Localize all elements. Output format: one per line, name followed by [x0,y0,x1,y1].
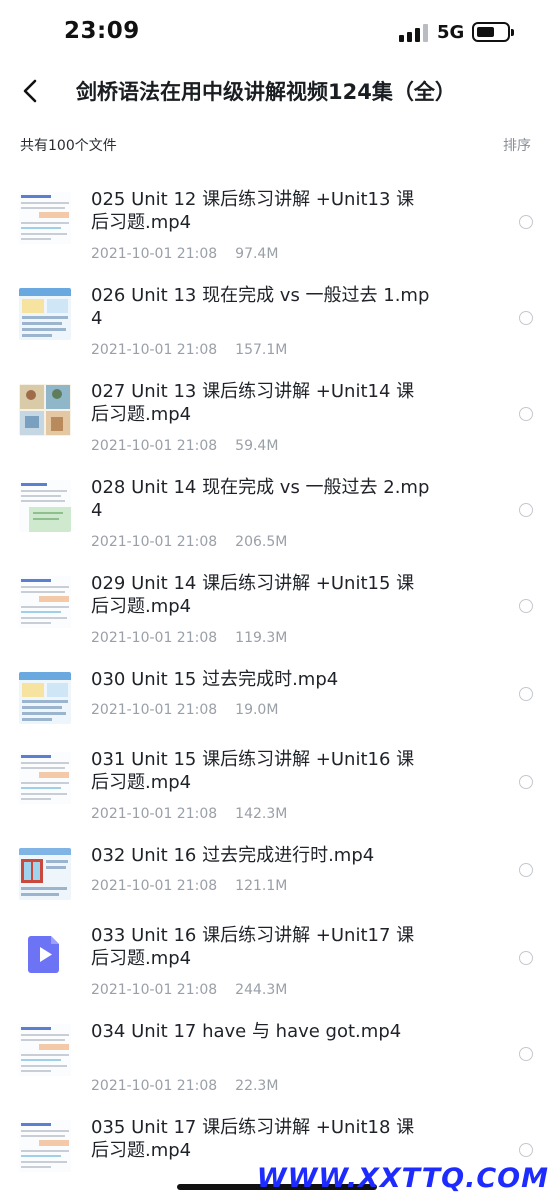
file-name: 033 Unit 16 课后练习讲解 +Unit17 课后习题.mp4 [91,925,415,969]
video-thumbnail [19,848,71,900]
file-date: 2021-10-01 21:08 [91,438,218,454]
select-radio[interactable] [519,863,533,877]
file-meta: 2021-10-01 21:08 119.3M [91,630,287,646]
select-radio[interactable] [519,1047,533,1061]
file-size: 59.4M [235,438,279,454]
file-row[interactable]: 028 Unit 14 现在完成 vs 一般过去 2.mp4 2021-10-01… [0,472,555,568]
battery-icon [472,22,514,42]
select-radio[interactable] [519,503,533,517]
file-date: 2021-10-01 21:08 [91,246,218,262]
file-name: 026 Unit 13 现在完成 vs 一般过去 1.mp4 [91,285,430,329]
file-row[interactable]: 030 Unit 15 过去完成时.mp4 2021-10-01 21:08 19.… [0,664,555,744]
file-meta: 2021-10-01 21:08 142.3M [91,806,287,822]
video-thumbnail [19,1024,71,1076]
video-thumbnail [19,288,71,340]
select-radio[interactable] [519,311,533,325]
video-thumbnail [19,192,71,244]
file-meta: 2021-10-01 21:08 59.4M [91,438,278,454]
video-thumbnail [19,672,71,724]
cellular-signal-icon [399,24,429,42]
file-size: 19.0M [235,702,279,718]
status-time: 23:09 [64,18,140,44]
file-date: 2021-10-01 21:08 [91,342,218,358]
select-radio[interactable] [519,599,533,613]
file-count: 共有100个文件 [20,138,117,154]
video-thumbnail [19,752,71,804]
select-radio[interactable] [519,951,533,965]
video-thumbnail [19,480,71,532]
file-meta: 2021-10-01 21:08 244.3M [91,982,287,998]
file-name: 027 Unit 13 课后练习讲解 +Unit14 课后习题.mp4 [91,381,415,425]
file-row[interactable]: 027 Unit 13 课后练习讲解 +Unit14 课后习题.mp4 2021-… [0,376,555,472]
file-size: 206.5M [235,534,288,550]
file-row[interactable]: 032 Unit 16 过去完成进行时.mp4 2021-10-01 21:08 1… [0,840,555,920]
file-size: 244.3M [235,982,288,998]
file-size: 157.1M [235,342,288,358]
file-name: 034 Unit 17 have 与 have got.mp4 [91,1021,402,1042]
file-size: 121.1M [235,878,288,894]
select-radio[interactable] [519,775,533,789]
file-size: 22.3M [235,1078,279,1094]
select-radio[interactable] [519,1143,533,1157]
nav-bar: 剑桥语法在用中级讲解视频124集（全） [0,66,555,116]
file-name: 028 Unit 14 现在完成 vs 一般过去 2.mp4 [91,477,430,521]
file-name: 029 Unit 14 课后练习讲解 +Unit15 课后习题.mp4 [91,573,415,617]
video-file-icon [19,928,71,980]
select-radio[interactable] [519,215,533,229]
file-size: 142.3M [235,806,288,822]
file-date: 2021-10-01 21:08 [91,982,218,998]
file-date: 2021-10-01 21:08 [91,534,218,550]
file-date: 2021-10-01 21:08 [91,630,218,646]
page-title: 剑桥语法在用中级讲解视频124集（全） [76,80,456,104]
sort-button[interactable]: 排序 [503,135,531,155]
file-date: 2021-10-01 21:08 [91,1078,218,1094]
file-date: 2021-10-01 21:08 [91,702,218,718]
video-thumbnail [19,576,71,628]
file-meta: 2021-10-01 21:08 121.1M [91,878,287,894]
file-size: 97.4M [235,246,279,262]
file-name: 032 Unit 16 过去完成进行时.mp4 [91,845,375,866]
file-size: 119.3M [235,630,288,646]
list-header: 共有100个文件 排序 [0,132,555,158]
file-row[interactable]: 026 Unit 13 现在完成 vs 一般过去 1.mp4 2021-10-01… [0,280,555,376]
file-name: 031 Unit 15 课后练习讲解 +Unit16 课后习题.mp4 [91,749,415,793]
file-name: 035 Unit 17 课后练习讲解 +Unit18 课后习题.mp4 [91,1117,415,1161]
video-thumbnail [19,384,71,436]
file-meta [91,1174,109,1190]
select-radio[interactable] [519,687,533,701]
network-type: 5G [437,22,465,43]
back-arrow-icon[interactable] [18,78,44,104]
watermark: WWW.XXTTQ.COM [256,1163,549,1194]
file-row[interactable]: 029 Unit 14 课后练习讲解 +Unit15 课后习题.mp4 2021-… [0,568,555,664]
file-date: 2021-10-01 21:08 [91,806,218,822]
video-thumbnail [19,1120,71,1172]
file-name: 030 Unit 15 过去完成时.mp4 [91,669,339,690]
file-meta: 2021-10-01 21:08 19.0M [91,702,278,718]
file-row[interactable]: 031 Unit 15 课后练习讲解 +Unit16 课后习题.mp4 2021-… [0,744,555,840]
file-meta: 2021-10-01 21:08 97.4M [91,246,278,262]
file-row[interactable]: 033 Unit 16 课后练习讲解 +Unit17 课后习题.mp4 2021-… [0,920,555,1016]
file-row[interactable]: 034 Unit 17 have 与 have got.mp4 2021-10-0… [0,1016,555,1112]
select-radio[interactable] [519,407,533,421]
file-meta: 2021-10-01 21:08 157.1M [91,342,287,358]
file-name: 025 Unit 12 课后练习讲解 +Unit13 课后习题.mp4 [91,189,415,233]
file-meta: 2021-10-01 21:08 206.5M [91,534,287,550]
file-meta: 2021-10-01 21:08 22.3M [91,1078,278,1094]
status-bar: 23:09 5G [0,0,555,66]
file-date: 2021-10-01 21:08 [91,878,218,894]
file-row[interactable]: 025 Unit 12 课后练习讲解 +Unit13 课后习题.mp4 2021-… [0,184,555,280]
file-list: 025 Unit 12 课后练习讲解 +Unit13 课后习题.mp4 2021-… [0,184,555,1200]
